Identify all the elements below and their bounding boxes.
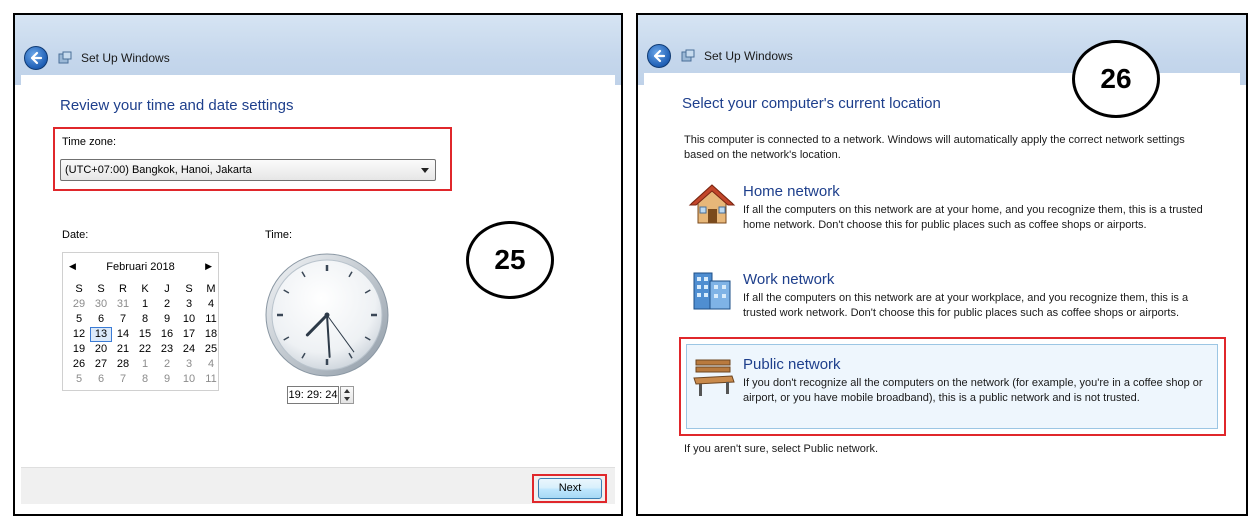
date-label: Date: (62, 229, 89, 241)
back-button[interactable] (647, 44, 671, 68)
work-network-option[interactable]: Work network If all the computers on thi… (684, 267, 1214, 337)
calendar-day[interactable]: 7 (112, 372, 134, 387)
back-arrow-icon (653, 49, 666, 63)
calendar-weekday-header: S (185, 283, 193, 295)
home-network-desc: If all the computers on this network are… (743, 204, 1203, 231)
calendar-day[interactable]: 10 (178, 372, 200, 387)
setup-window-network-location: Set Up Windows Select your computer's cu… (636, 13, 1248, 516)
house-icon (688, 184, 736, 224)
window-title: Set Up Windows (704, 49, 793, 63)
calendar-day[interactable]: 11 (200, 372, 222, 387)
back-arrow-icon (30, 51, 43, 65)
calendar-day[interactable]: 8 (134, 372, 156, 387)
calendar-day[interactable]: 21 (112, 342, 134, 357)
calendar-day[interactable]: 19 (68, 342, 90, 357)
chevron-down-icon (421, 168, 429, 173)
calendar-day[interactable]: 4 (200, 297, 222, 312)
setup-windows-icon (58, 51, 72, 64)
calendar-weekday-header: R (119, 283, 127, 295)
calendar-day[interactable]: 8 (134, 312, 156, 327)
calendar-day[interactable]: 15 (134, 327, 156, 342)
calendar-day[interactable]: 6 (90, 372, 112, 387)
calendar-day[interactable]: 9 (156, 372, 178, 387)
calendar-day[interactable]: 22 (134, 342, 156, 357)
calendar-day[interactable]: 3 (178, 357, 200, 372)
spinner-down-icon[interactable] (344, 397, 350, 401)
setup-window-time-date: Set Up Windows Review your time and date… (13, 13, 623, 516)
timezone-dropdown[interactable]: (UTC+07:00) Bangkok, Hanoi, Jakarta (60, 159, 436, 181)
calendar-day[interactable]: 4 (200, 357, 222, 372)
calendar-day[interactable]: 14 (112, 327, 134, 342)
calendar-day[interactable]: 31 (112, 297, 134, 312)
calendar-day[interactable]: 5 (68, 372, 90, 387)
back-button[interactable] (24, 46, 48, 70)
calendar-day[interactable]: 16 (156, 327, 178, 342)
calendar-grid: S S R K J S M 29 30 31 1 2 3 4 5 6 7 8 9 10 11 12 13 14 15 16 17 18… (68, 282, 222, 387)
calendar-day[interactable]: 26 (68, 357, 90, 372)
intro-text: This computer is connected to a network.… (684, 134, 1185, 161)
calendar-day-selected[interactable]: 13 (90, 327, 112, 342)
calendar-day[interactable]: 5 (68, 312, 90, 327)
calendar-weekday-header: S (97, 283, 105, 295)
calendar-day[interactable]: 3 (178, 297, 200, 312)
page-title: Review your time and date settings (60, 97, 294, 114)
analog-clock (265, 253, 389, 377)
calendar-day[interactable]: 6 (90, 312, 112, 327)
home-network-title: Home network (743, 183, 840, 200)
next-button[interactable]: Next (538, 478, 602, 499)
step-number-badge: 26 (1072, 40, 1160, 118)
calendar-weekday-header: S (75, 283, 83, 295)
setup-windows-icon (681, 49, 695, 62)
work-network-title: Work network (743, 271, 835, 288)
calendar-day[interactable]: 2 (156, 297, 178, 312)
calendar-day[interactable]: 12 (68, 327, 90, 342)
calendar-weekday-header: J (164, 283, 170, 295)
spinner-up-icon[interactable] (344, 389, 350, 393)
calendar-day[interactable]: 24 (178, 342, 200, 357)
public-network-title: Public network (743, 356, 841, 373)
work-network-desc: If all the computers on this network are… (743, 292, 1189, 319)
calendar-weekday-header: M (206, 283, 216, 295)
calendar-day[interactable]: 9 (156, 312, 178, 327)
public-network-option[interactable]: Public network If you don't recognize al… (686, 344, 1218, 429)
calendar-day[interactable]: 27 (90, 357, 112, 372)
step-number-badge: 25 (466, 221, 554, 299)
footer-bar (21, 467, 615, 504)
calendar-day[interactable]: 7 (112, 312, 134, 327)
calendar-weekday-header: K (141, 283, 149, 295)
time-label: Time: (265, 229, 293, 241)
home-network-option[interactable]: Home network If all the computers on thi… (684, 179, 1214, 249)
calendar-day[interactable]: 29 (68, 297, 90, 312)
calendar-day[interactable]: 18 (200, 327, 222, 342)
time-spinner[interactable] (340, 386, 354, 404)
page-title: Select your computer's current location (682, 95, 941, 112)
time-input[interactable]: 19: 29: 24 (287, 386, 339, 404)
park-bench-icon (693, 359, 735, 396)
calendar-day[interactable]: 23 (156, 342, 178, 357)
calendar-day[interactable]: 30 (90, 297, 112, 312)
calendar-day[interactable]: 25 (200, 342, 222, 357)
public-network-desc: If you don't recognize all the computers… (743, 377, 1203, 404)
footer-note: If you aren't sure, select Public networ… (684, 443, 879, 455)
date-calendar: ◀ Februari 2018 ▶ S S R K J S M 29 30 31 1 2 3 4 5 6 7 8 9… (62, 252, 219, 391)
timezone-value: (UTC+07:00) Bangkok, Hanoi, Jakarta (65, 164, 252, 176)
calendar-month-title[interactable]: Februari 2018 (63, 261, 218, 273)
calendar-day[interactable]: 20 (90, 342, 112, 357)
calendar-next-icon[interactable]: ▶ (205, 261, 212, 272)
calendar-day[interactable]: 11 (200, 312, 222, 327)
calendar-day[interactable]: 2 (156, 357, 178, 372)
timezone-label: Time zone: (62, 136, 117, 148)
calendar-day[interactable]: 10 (178, 312, 200, 327)
calendar-day[interactable]: 28 (112, 357, 134, 372)
calendar-day[interactable]: 1 (134, 357, 156, 372)
calendar-day[interactable]: 17 (178, 327, 200, 342)
calendar-day[interactable]: 1 (134, 297, 156, 312)
office-building-icon (693, 272, 731, 310)
window-title: Set Up Windows (81, 51, 170, 65)
clock-center (324, 312, 330, 318)
